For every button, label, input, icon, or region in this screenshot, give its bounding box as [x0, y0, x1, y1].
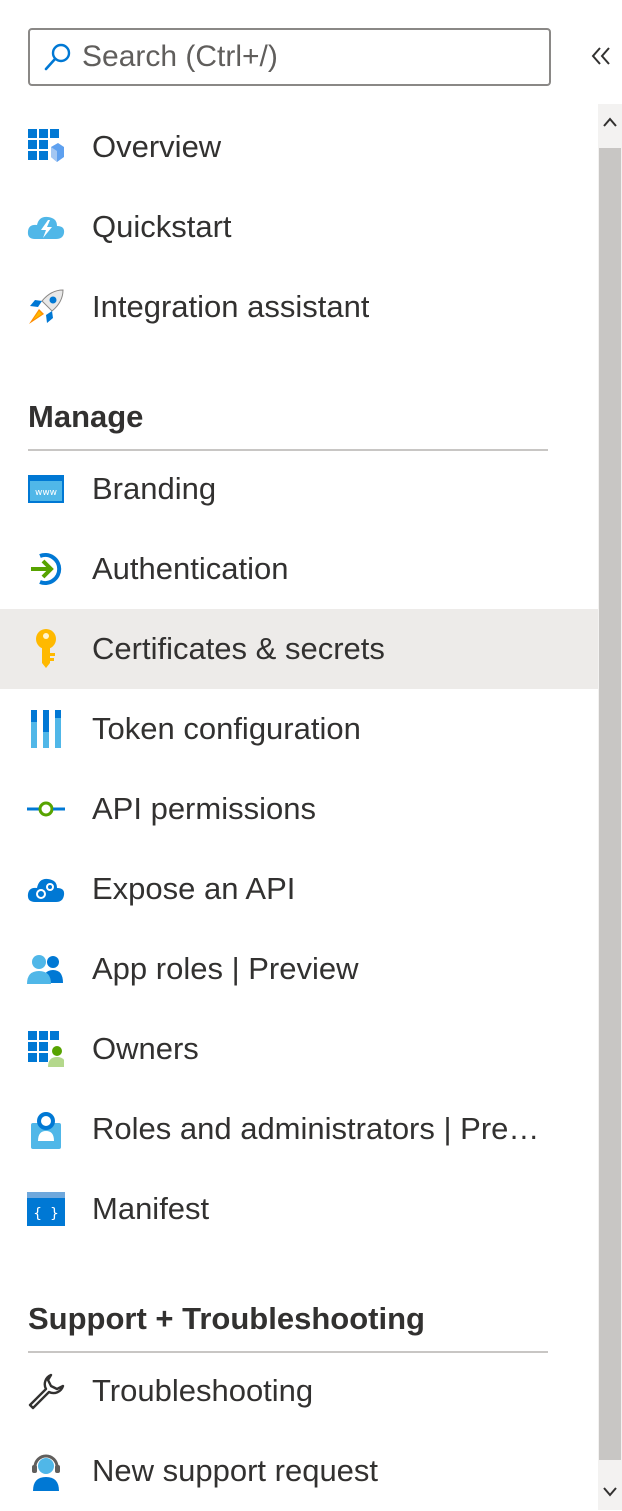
- nav-item-label: Integration assistant: [92, 289, 370, 324]
- section-title: Support + Troubleshooting: [28, 1301, 425, 1336]
- wrench-icon: [26, 1371, 66, 1411]
- search-icon: [40, 39, 76, 75]
- nav-item-label: Quickstart: [92, 209, 232, 244]
- nav-item-token-configuration[interactable]: Token configuration: [0, 689, 598, 769]
- nav-item-label: App roles | Preview: [92, 951, 359, 986]
- nav-item-integration-assistant[interactable]: Integration assistant: [0, 267, 598, 347]
- nav-item-label: API permissions: [92, 791, 316, 826]
- nav-item-manifest[interactable]: { } Manifest: [0, 1169, 598, 1249]
- nav-item-app-roles[interactable]: App roles | Preview: [0, 929, 598, 1009]
- api-permissions-icon: [26, 789, 66, 829]
- nav-item-roles-administrators[interactable]: Roles and administrators | Preview: [0, 1089, 598, 1169]
- collapse-menu-button[interactable]: [584, 40, 618, 76]
- search-box[interactable]: [28, 28, 551, 86]
- nav-item-api-permissions[interactable]: API permissions: [0, 769, 598, 849]
- nav-item-troubleshooting[interactable]: Troubleshooting: [0, 1351, 598, 1431]
- app-roles-users-icon: [26, 949, 66, 989]
- cloud-gear-icon: [26, 869, 66, 909]
- nav-item-expose-an-api[interactable]: Expose an API: [0, 849, 598, 929]
- nav-item-label: Certificates & secrets: [92, 631, 385, 666]
- nav-item-label: Roles and administrators | Preview: [92, 1111, 547, 1146]
- scroll-up-button[interactable]: [598, 104, 622, 140]
- svg-text:www: www: [35, 488, 57, 498]
- nav-item-certificates-secrets[interactable]: Certificates & secrets: [0, 609, 598, 689]
- nav-item-overview[interactable]: Overview: [0, 107, 598, 187]
- nav-item-label: New support request: [92, 1453, 379, 1488]
- quickstart-cloud-icon: [26, 207, 66, 247]
- navigation-menu: Overview Quickstart Integration assistan…: [0, 107, 598, 1511]
- scroll-down-button[interactable]: [598, 1474, 622, 1510]
- manifest-braces-icon: { }: [26, 1189, 66, 1229]
- nav-item-branding[interactable]: www Branding: [0, 449, 598, 529]
- nav-item-label: Token configuration: [92, 711, 361, 746]
- www-branding-icon: www: [26, 469, 66, 509]
- support-agent-icon: [26, 1451, 66, 1491]
- authentication-icon: [26, 549, 66, 589]
- token-bars-icon: [26, 709, 66, 749]
- vertical-scrollbar[interactable]: [598, 104, 622, 1510]
- section-title: Manage: [28, 399, 144, 434]
- section-manage: Manage: [0, 369, 598, 451]
- section-support-troubleshooting: Support + Troubleshooting: [0, 1271, 598, 1353]
- nav-item-label: Expose an API: [92, 871, 296, 906]
- nav-item-label: Troubleshooting: [92, 1373, 314, 1408]
- search-input[interactable]: [76, 29, 549, 85]
- nav-item-label: Branding: [92, 471, 217, 506]
- nav-item-authentication[interactable]: Authentication: [0, 529, 598, 609]
- nav-item-new-support-request[interactable]: New support request: [0, 1431, 598, 1511]
- nav-item-label: Owners: [92, 1031, 199, 1066]
- roles-admin-icon: [26, 1109, 66, 1149]
- nav-item-label: Authentication: [92, 551, 289, 586]
- double-chevron-left-icon: [590, 46, 612, 71]
- rocket-icon: [26, 287, 66, 327]
- scrollbar-thumb[interactable]: [599, 148, 621, 1460]
- nav-item-label: Manifest: [92, 1191, 210, 1226]
- nav-item-owners[interactable]: Owners: [0, 1009, 598, 1089]
- overview-grid-icon: [26, 127, 66, 167]
- key-icon: [26, 629, 66, 669]
- nav-item-quickstart[interactable]: Quickstart: [0, 187, 598, 267]
- svg-text:{ }: { }: [33, 1206, 58, 1222]
- owners-icon: [26, 1029, 66, 1069]
- nav-item-label: Overview: [92, 129, 222, 164]
